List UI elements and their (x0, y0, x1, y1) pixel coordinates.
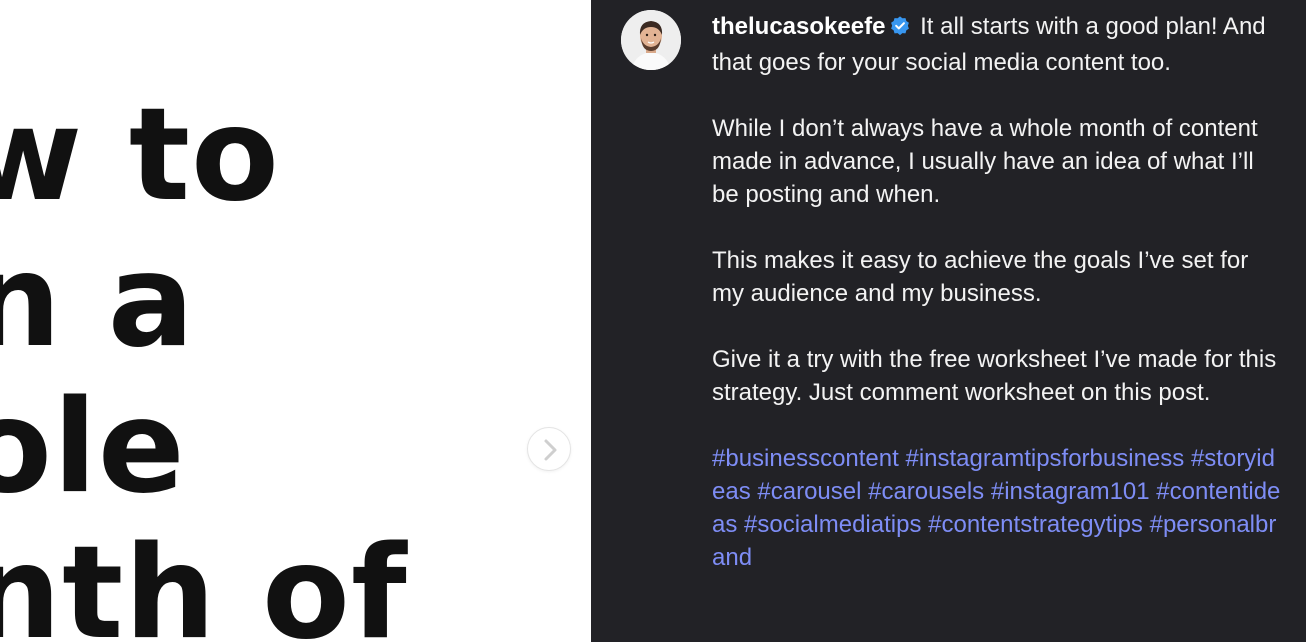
verified-badge-icon (889, 13, 911, 46)
hashtag-link[interactable]: #socialmediatips (744, 511, 921, 538)
slide-text-line-1: w to (0, 81, 280, 230)
post-caption: thelucasokeefe It all starts with a good… (712, 10, 1282, 607)
caption-panel: thelucasokeefe It all starts with a good… (591, 0, 1306, 642)
hashtag-list: #businesscontent #instagramtipsforbusine… (712, 442, 1282, 574)
hashtag-link[interactable]: #carousels (868, 478, 984, 505)
slide-text-line-2: n a (0, 227, 196, 376)
caption-paragraph-1: thelucasokeefe It all starts with a good… (712, 10, 1282, 79)
chevron-right-icon (544, 439, 557, 461)
caption-paragraph-3: This makes it easy to achieve the goals … (712, 247, 1249, 307)
hashtag-link[interactable]: #contentstrategytips (928, 511, 1143, 538)
avatar[interactable] (621, 10, 681, 70)
caption-paragraph-2: While I don’t always have a whole month … (712, 115, 1258, 208)
hashtag-link[interactable]: #instagram101 (991, 478, 1150, 505)
carousel-slide: w to n a ole nth of (0, 0, 591, 642)
slide-text-line-3: ole (0, 373, 186, 522)
hashtag-link[interactable]: #carousel (757, 478, 861, 505)
profile-photo (621, 10, 681, 70)
username-link[interactable]: thelucasokeefe (712, 13, 885, 40)
carousel-next-button[interactable] (527, 427, 571, 471)
slide-text-line-4: nth of (0, 519, 408, 642)
caption-paragraph-4: Give it a try with the free worksheet I’… (712, 346, 1277, 406)
hashtag-link[interactable]: #instagramtipsforbusiness (905, 445, 1184, 472)
hashtag-link[interactable]: #businesscontent (712, 445, 899, 472)
